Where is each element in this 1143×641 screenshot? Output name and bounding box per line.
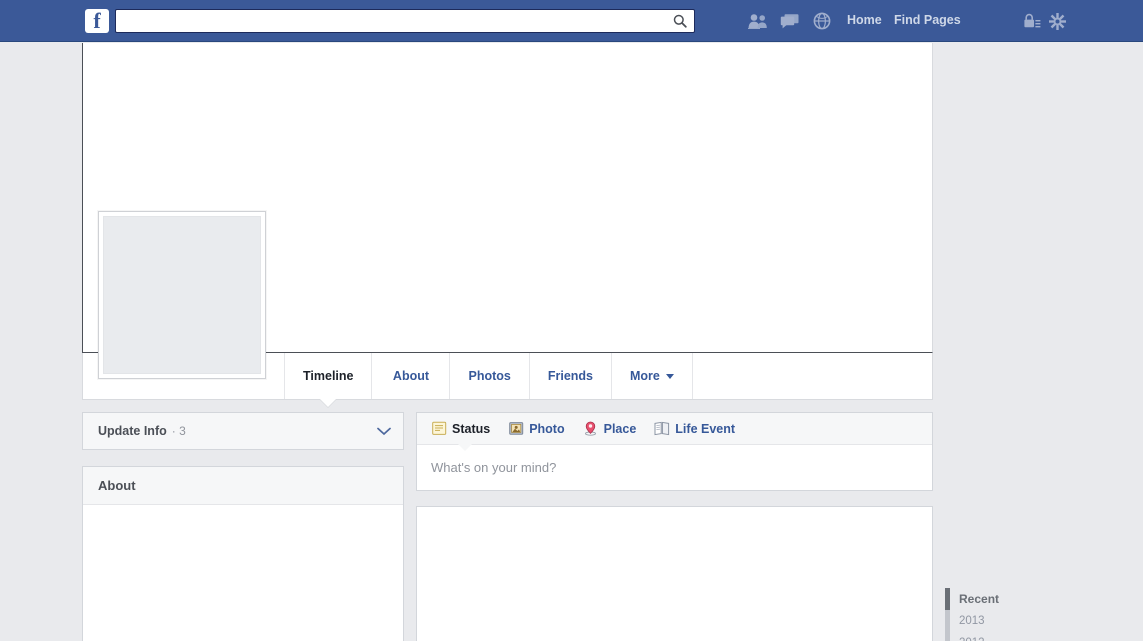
timeline-nav-item-label: 2012 <box>959 637 985 641</box>
chevron-down-icon <box>665 373 674 379</box>
timeline-nav-item-2012[interactable]: 2012 <box>945 632 1065 641</box>
tab-more-label: More <box>630 369 660 383</box>
composer-tab-bar: Status Photo Place Life Event <box>417 413 932 451</box>
composer-tab-place[interactable]: Place <box>583 421 637 437</box>
tab-active-caret-icon <box>320 399 337 407</box>
tab-photos-label: Photos <box>468 369 511 383</box>
facebook-f-logo[interactable]: f <box>85 9 109 33</box>
composer-tab-status-label: Status <box>452 421 491 436</box>
chevron-down-icon <box>377 427 391 436</box>
profile-content-container: Timeline About Photos Friends More Updat… <box>82 43 933 641</box>
top-navigation-bar: f Home Find Pages <box>0 0 1143 42</box>
composer-input-area[interactable]: What's on your mind? <box>417 445 932 490</box>
timeline-nav-item-label: 2013 <box>959 615 985 627</box>
place-pin-icon <box>583 421 599 437</box>
tab-bar-filler <box>693 353 932 399</box>
composer-placeholder: What's on your mind? <box>431 460 557 475</box>
composer-tab-status[interactable]: Status <box>431 421 490 437</box>
tab-more[interactable]: More <box>612 353 693 399</box>
privacy-lock-icon[interactable] <box>1021 10 1043 32</box>
timeline-nav-item-label: Recent <box>959 592 1000 606</box>
messages-icon[interactable] <box>777 9 803 33</box>
timeline-nav-indicator-bar <box>945 610 950 632</box>
left-column: Update Info · 3 About <box>82 412 404 641</box>
about-box-body <box>83 505 403 641</box>
nav-link-home[interactable]: Home <box>847 13 882 27</box>
cover-photo[interactable] <box>82 43 933 379</box>
tab-timeline[interactable]: Timeline <box>285 353 373 407</box>
tab-friends-label: Friends <box>547 369 593 383</box>
update-info-label: Update Info <box>98 424 167 438</box>
about-box-header: About <box>83 467 403 505</box>
timeline-year-navigation: Recent 2013 2012 <box>945 588 1065 641</box>
status-composer: Status Photo Place Life Event What's on … <box>416 412 933 491</box>
composer-tab-photo[interactable]: Photo <box>508 421 565 437</box>
tab-about-label: About <box>392 369 430 383</box>
right-column: Status Photo Place Life Event What's on … <box>416 412 933 641</box>
nav-link-find-pages[interactable]: Find Pages <box>894 13 961 27</box>
tab-photos[interactable]: Photos <box>450 353 530 399</box>
timeline-nav-indicator-bar <box>945 588 950 610</box>
profile-columns: Update Info · 3 About Status Photo Place… <box>82 412 933 641</box>
about-box: About <box>82 466 404 641</box>
update-info-button[interactable]: Update Info · 3 <box>82 412 404 450</box>
composer-tab-life-event-label: Life Event <box>675 421 736 436</box>
tab-about[interactable]: About <box>372 353 451 399</box>
life-event-book-icon <box>654 421 670 437</box>
profile-picture-image <box>103 216 261 374</box>
facebook-f-glyph: f <box>93 9 101 33</box>
settings-gear-icon[interactable] <box>1046 10 1068 32</box>
tab-timeline-label: Timeline <box>303 369 354 383</box>
composer-active-caret-icon <box>458 443 472 451</box>
photo-icon <box>508 421 524 437</box>
notifications-globe-icon[interactable] <box>809 9 835 33</box>
friend-requests-icon[interactable] <box>745 9 771 33</box>
update-info-count: · 3 <box>171 424 186 438</box>
tab-friends[interactable]: Friends <box>530 353 612 399</box>
post-placeholder-card <box>416 506 933 641</box>
search-box[interactable] <box>115 9 695 33</box>
search-icon[interactable] <box>666 10 694 32</box>
timeline-nav-indicator-bar <box>945 632 950 641</box>
composer-tab-photo-label: Photo <box>529 421 565 436</box>
about-box-title: About <box>98 478 136 493</box>
composer-tab-life-event[interactable]: Life Event <box>654 421 735 437</box>
timeline-nav-item-recent[interactable]: Recent <box>945 588 1065 610</box>
status-note-icon <box>431 421 447 437</box>
composer-tab-place-label: Place <box>603 421 637 436</box>
profile-picture[interactable] <box>98 211 266 379</box>
search-input[interactable] <box>116 10 668 32</box>
timeline-nav-item-2013[interactable]: 2013 <box>945 610 1065 632</box>
